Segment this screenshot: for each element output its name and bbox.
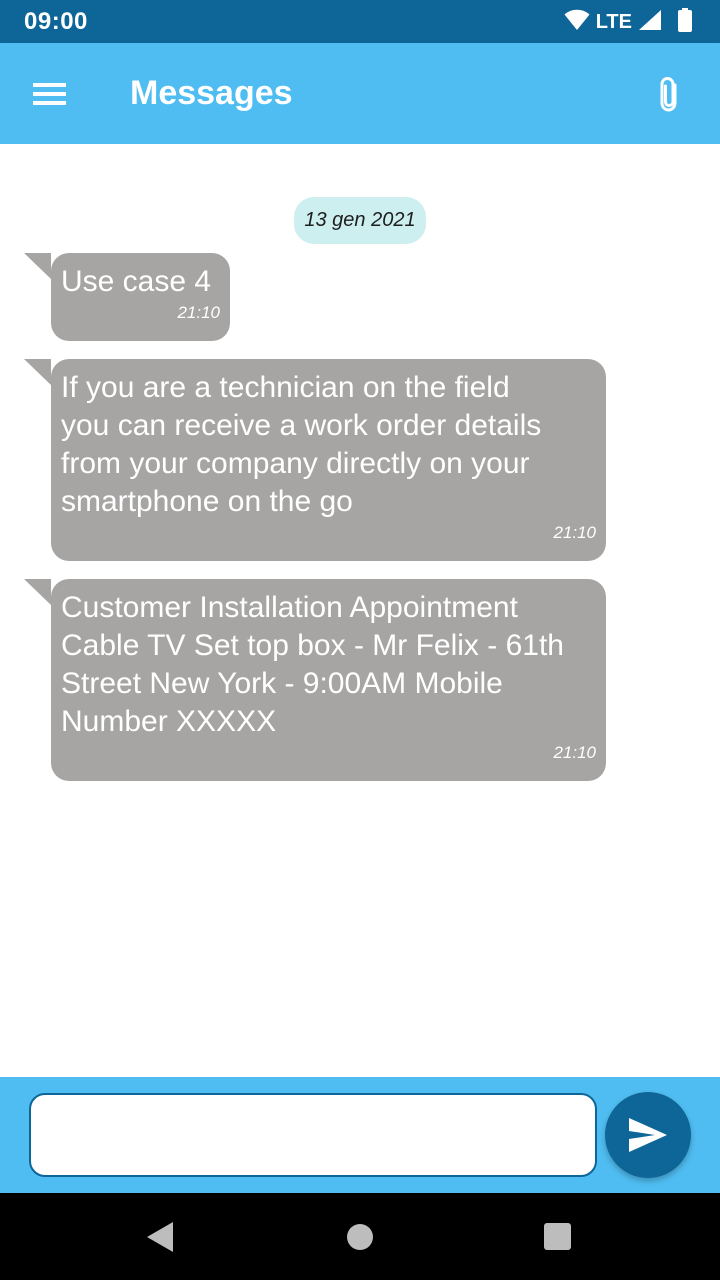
menu-button[interactable]: [30, 79, 70, 109]
status-time: 09:00: [24, 8, 88, 35]
messages-screen: 09:00 LTE Messages 13 gen 2021 Use case …: [0, 0, 720, 1280]
message-composer: [0, 1077, 720, 1193]
message-text: Customer Installation Appointment Cable …: [61, 591, 564, 738]
date-separator: 13 gen 2021: [294, 197, 426, 244]
status-bar: 09:00 LTE: [0, 0, 720, 43]
home-icon: [347, 1224, 373, 1250]
bubble-tail: [24, 359, 51, 385]
wifi-icon: [564, 9, 590, 36]
send-icon: [629, 1118, 667, 1152]
navigation-bar: [0, 1193, 720, 1280]
recents-button[interactable]: [518, 1193, 598, 1280]
signal-icon: [638, 9, 662, 36]
recents-icon: [544, 1223, 571, 1250]
status-icons: LTE: [564, 7, 692, 37]
paperclip-icon: [660, 76, 677, 112]
hamburger-menu-icon: [33, 83, 66, 105]
home-button[interactable]: [320, 1193, 400, 1280]
message-time: 21:10: [553, 523, 596, 542]
bubble-tail: [24, 579, 51, 605]
message-time: 21:10: [553, 743, 596, 762]
message-time: 21:10: [177, 303, 220, 322]
message-bubble[interactable]: Use case 4 21:10: [24, 253, 230, 341]
page-title: Messages: [130, 74, 293, 112]
network-type: LTE: [595, 11, 632, 33]
attach-button[interactable]: [654, 75, 684, 115]
message-text: If you are a technician on the field you…: [61, 371, 542, 518]
message-bubble[interactable]: If you are a technician on the field you…: [24, 359, 606, 561]
message-input[interactable]: [29, 1093, 597, 1177]
back-button[interactable]: [120, 1193, 200, 1280]
app-bar: Messages: [0, 43, 720, 144]
send-button[interactable]: [605, 1092, 691, 1178]
message-list[interactable]: 13 gen 2021 Use case 4 21:10 If you are …: [0, 144, 720, 1077]
back-icon: [147, 1222, 173, 1252]
battery-icon: [678, 7, 692, 37]
message-bubble[interactable]: Customer Installation Appointment Cable …: [24, 579, 606, 781]
message-text: Use case 4: [61, 265, 212, 298]
bubble-tail: [24, 253, 51, 279]
